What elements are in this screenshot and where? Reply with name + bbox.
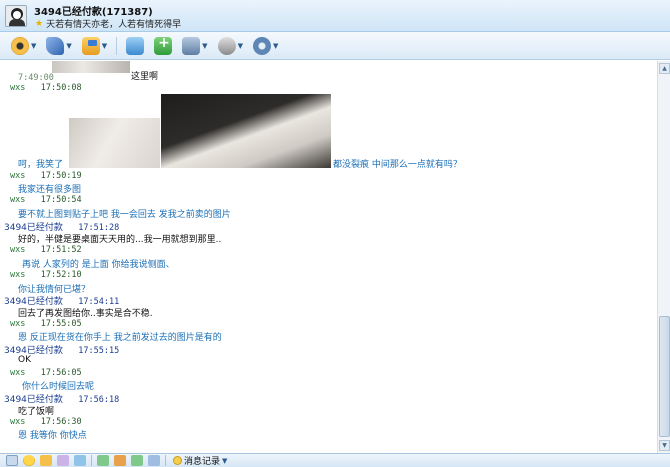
video-icon [11,36,29,55]
history-label: 消息记录 [184,457,221,467]
chat-history[interactable]: 7:49:00 这里啊 wxs 17:50:08 呵，我笑了 都没裂痕 中间那么… [0,61,657,453]
chevron-down-icon[interactable]: ▼ [273,42,278,50]
wink-icon[interactable] [57,455,69,466]
message-text: 这里啊 [131,72,159,82]
message-meta: wxs 17:50:19 [10,171,82,181]
toolbar-divider [116,36,118,55]
message-meta: wxs 17:50:08 [10,83,82,93]
briefcase-icon [182,36,201,55]
message-meta: wxs 17:50:54 [10,195,82,205]
chevron-down-icon[interactable]: ▼ [222,457,227,465]
message-text: 再说 人家列的 是上面 你给我说侧面、 [22,260,175,270]
file-transfer-icon [81,36,100,55]
chevron-down-icon[interactable]: ▼ [66,42,71,50]
chat-photo[interactable] [161,94,331,168]
message-meta: wxs 17:55:05 [10,319,82,329]
emoticon-icon[interactable] [23,455,35,466]
chat-scrollbar[interactable]: ▲ ▼ [657,61,670,453]
blurred-image [52,61,130,73]
message-meta: wxs 17:56:05 [10,368,82,378]
picture-button[interactable] [123,35,147,57]
message-text: 恩 反正现在货在你手上 我之前发过去的图片是有的 [18,333,222,343]
video-button[interactable]: ▼ [8,35,39,57]
scroll-up-button[interactable]: ▲ [659,63,670,74]
scroll-down-button[interactable]: ▼ [659,440,670,451]
magic-emoticon-icon[interactable] [40,455,52,466]
shake-window-icon[interactable] [74,455,86,466]
picture-icon [126,36,145,55]
contact-name: 3494已经付款(171387) [34,7,153,18]
message-text: 好的，半健是要桌面天天用的...我一用就想到那里.. [18,235,222,245]
chevron-down-icon[interactable]: ▼ [31,42,36,50]
history-icon [173,456,182,465]
message-text: 恩 我等你 你快点 [18,431,87,441]
add-app-button[interactable] [151,35,175,57]
message-meta: wxs 17:56:30 [10,417,82,427]
chat-photo[interactable] [69,118,160,168]
chevron-down-icon[interactable]: ▼ [238,42,243,50]
voice-button[interactable]: ▼ [43,35,74,57]
message-text: 回去了再发图给你..事实是合不稳. [18,309,153,319]
signature-text: 天若有情天亦老，人若有情死得早 [46,20,182,30]
toolbar-divider [165,455,166,466]
message-text: 都没裂痕 中间那么一点就有吗？ [333,160,462,170]
chat-window-header: 3494已经付款(171387) ★ 天若有情天亦老，人若有情死得早 [0,0,670,32]
font-icon[interactable] [6,455,18,466]
message-text: OK [18,355,31,365]
message-text: 你什么时候回去呢 [22,382,95,392]
message-meta: 7:49:00 [18,73,54,83]
message-text: 我家还有很多图 [18,185,82,195]
input-toolbar: 消息记录 ▼ [0,453,670,467]
chat-toolbar: ▼ ▼ ▼ ▼ ▼ ▼ [0,32,670,60]
message-text: 呵，我笑了 [18,160,64,170]
contact-avatar[interactable] [5,5,27,27]
image-upload-icon[interactable] [97,455,109,466]
message-meta: wxs 17:52:10 [10,270,82,280]
message-text: 吃了饭啊 [18,407,55,417]
settings-button[interactable]: ▼ [250,35,281,57]
star-icon: ★ [35,18,44,29]
screenshot-icon[interactable] [131,455,143,466]
toolbar-divider [91,455,92,466]
remote-assist-button[interactable]: ▼ [215,35,246,57]
remote-assist-icon [217,36,236,55]
music-icon[interactable] [114,455,126,466]
file-transfer-button[interactable]: ▼ [79,35,110,57]
message-text: 要不就上图到贴子上吧 我一会回去 发我之前卖的图片 [18,210,231,220]
briefcase-button[interactable]: ▼ [179,35,210,57]
scroll-thumb[interactable] [659,316,670,437]
more-tools-icon[interactable] [148,455,160,466]
contact-signature: ★ 天若有情天亦老，人若有情死得早 [35,17,182,31]
add-app-icon [154,35,173,55]
settings-gear-icon [252,36,271,55]
chevron-down-icon[interactable]: ▼ [202,42,207,50]
chevron-down-icon[interactable]: ▼ [102,42,107,50]
message-meta: wxs 17:51:52 [10,245,82,255]
voice-icon [46,36,65,55]
message-history-button[interactable]: 消息记录 ▼ [173,454,227,467]
